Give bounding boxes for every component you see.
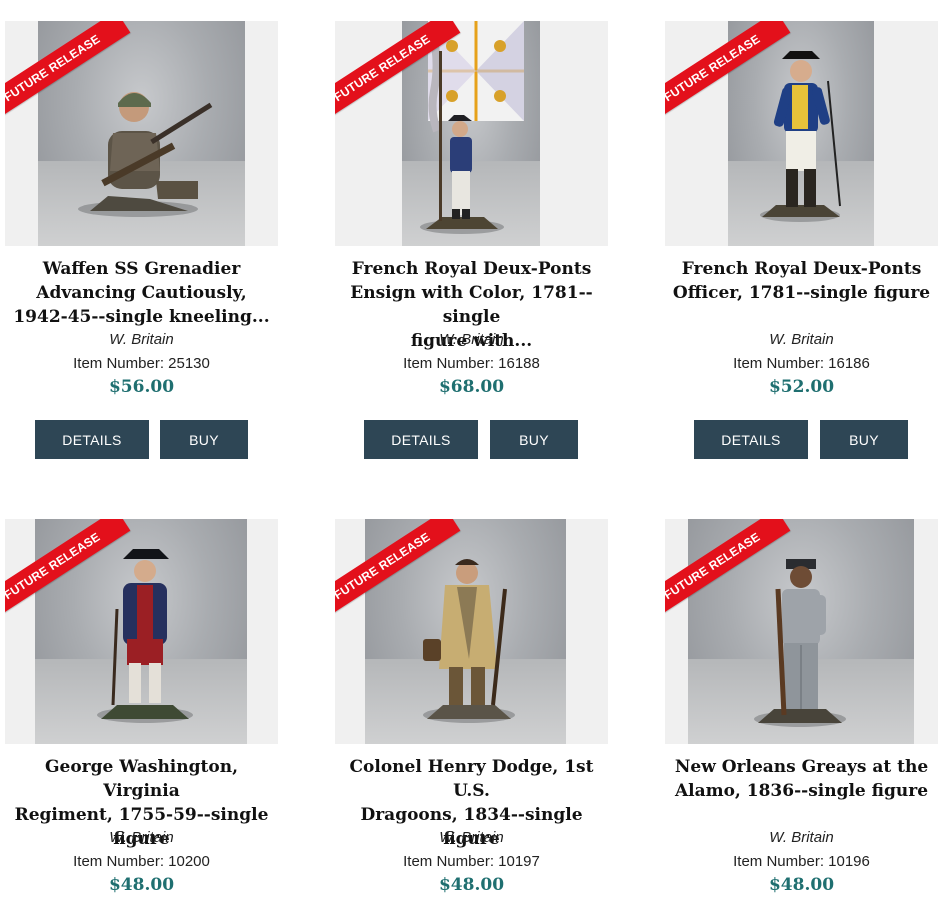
product-title-line[interactable]: Waffen SS Grenadier xyxy=(5,257,278,281)
product-item-number: Item Number: 25130 xyxy=(73,355,210,372)
product-brand: W. Britain xyxy=(769,331,834,348)
product-title-line[interactable]: New Orleans Greays at the xyxy=(665,755,938,779)
product-title[interactable]: New Orleans Greays at the Alamo, 1836--s… xyxy=(665,755,938,803)
product-image[interactable]: FUTURE RELEASE xyxy=(665,519,938,744)
product-price: $68.00 xyxy=(438,377,505,397)
product-image[interactable]: FUTURE RELEASE xyxy=(665,21,938,246)
product-image[interactable]: FUTURE RELEASE xyxy=(5,21,278,246)
product-item-number: Item Number: 10196 xyxy=(733,853,870,870)
product-image[interactable]: FUTURE RELEASE xyxy=(335,21,608,246)
product-title-line[interactable]: Ensign with Color, 1781--single xyxy=(335,281,608,329)
product-price: $56.00 xyxy=(108,377,175,397)
product-title[interactable]: French Royal Deux-Ponts Officer, 1781--s… xyxy=(665,257,938,305)
product-title-line[interactable]: French Royal Deux-Ponts xyxy=(335,257,608,281)
product-price: $48.00 xyxy=(438,875,505,895)
details-button[interactable]: DETAILS xyxy=(35,420,149,459)
buy-button[interactable]: BUY xyxy=(490,420,578,459)
product-title[interactable]: Waffen SS Grenadier Advancing Cautiously… xyxy=(5,257,278,329)
product-item-number: Item Number: 10197 xyxy=(403,853,540,870)
product-price: $48.00 xyxy=(108,875,175,895)
product-brand: W. Britain xyxy=(769,829,834,846)
product-title-line[interactable]: George Washington, Virginia xyxy=(5,755,278,803)
product-title-line[interactable]: Colonel Henry Dodge, 1st U.S. xyxy=(335,755,608,803)
product-title-line[interactable]: Regiment, 1755-59--single xyxy=(5,803,278,827)
buy-button[interactable]: BUY xyxy=(820,420,908,459)
product-price: $48.00 xyxy=(768,875,835,895)
product-brand: W. Britain xyxy=(439,829,504,846)
details-button[interactable]: DETAILS xyxy=(364,420,478,459)
product-image[interactable]: FUTURE RELEASE xyxy=(5,519,278,744)
product-title-line[interactable]: Officer, 1781--single figure xyxy=(665,281,938,305)
product-item-number: Item Number: 16186 xyxy=(733,355,870,372)
product-image[interactable]: FUTURE RELEASE xyxy=(335,519,608,744)
buy-button[interactable]: BUY xyxy=(160,420,248,459)
product-item-number: Item Number: 16188 xyxy=(403,355,540,372)
product-brand: W. Britain xyxy=(439,331,504,348)
product-title-line[interactable]: 1942-45--single kneeling... xyxy=(5,305,278,329)
product-item-number: Item Number: 10200 xyxy=(73,853,210,870)
product-brand: W. Britain xyxy=(109,829,174,846)
product-brand: W. Britain xyxy=(109,331,174,348)
product-price: $52.00 xyxy=(768,377,835,397)
details-button[interactable]: DETAILS xyxy=(694,420,808,459)
product-title-line[interactable]: French Royal Deux-Ponts xyxy=(665,257,938,281)
product-title-line[interactable]: Alamo, 1836--single figure xyxy=(665,779,938,803)
product-title-line[interactable]: Advancing Cautiously, xyxy=(5,281,278,305)
